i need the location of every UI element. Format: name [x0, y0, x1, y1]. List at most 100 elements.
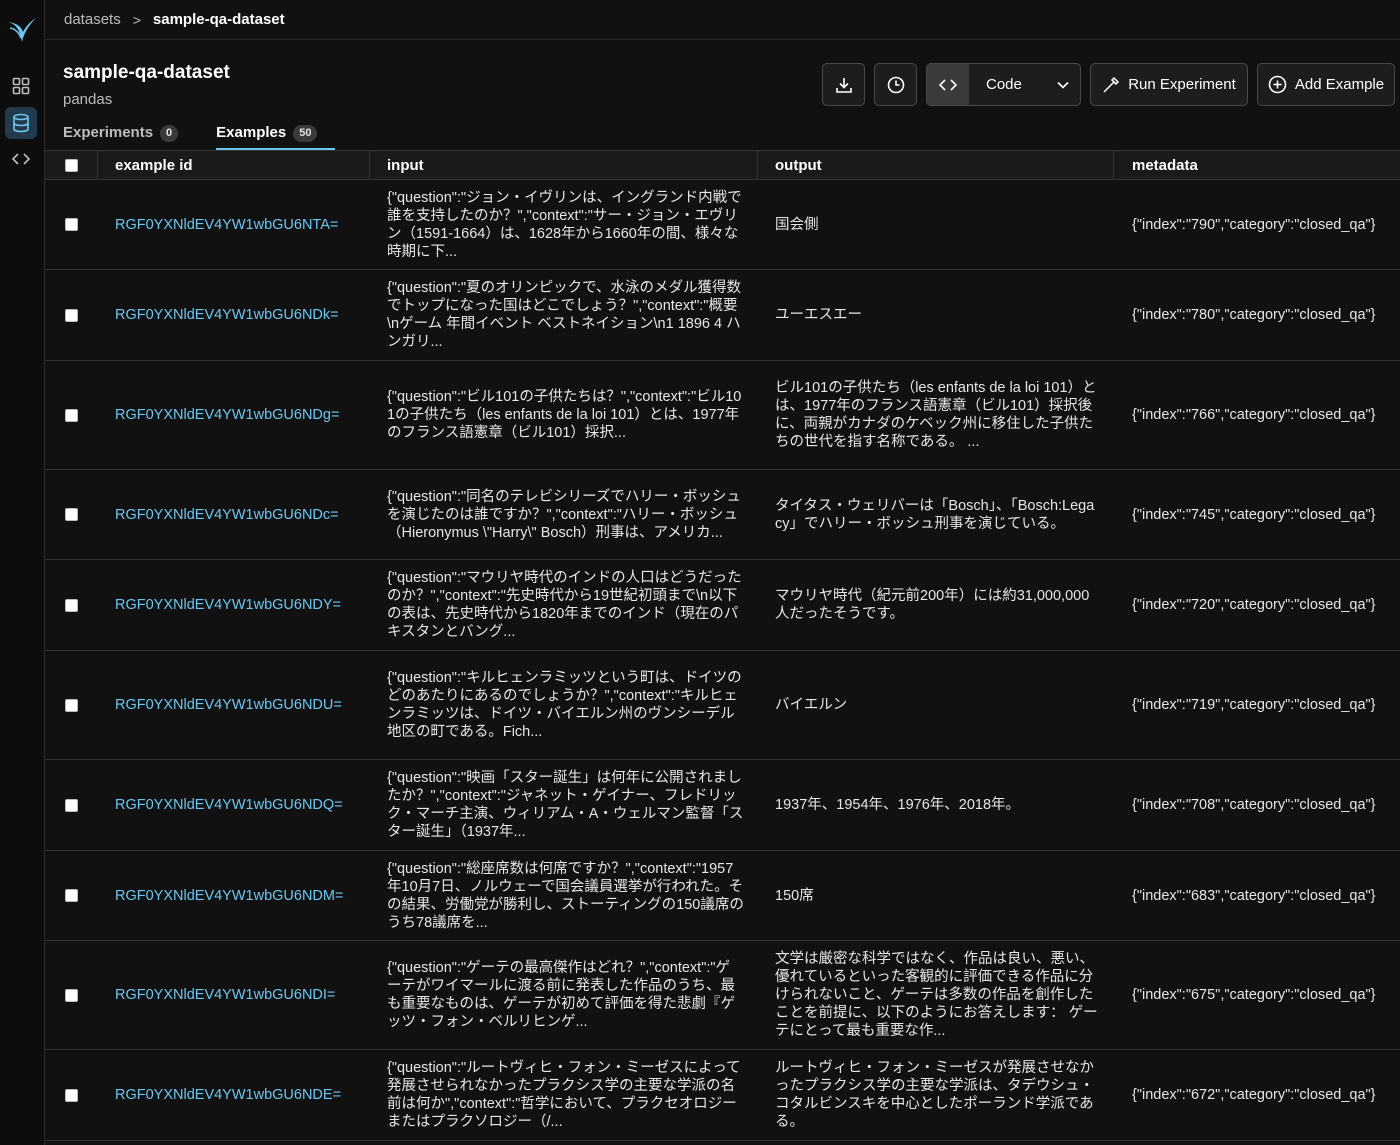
run-experiment-label: Run Experiment — [1128, 76, 1236, 93]
add-example-label: Add Example — [1294, 76, 1385, 93]
example-id-link[interactable]: RGF0YXNldEV4YW1wbGU6NDI= — [98, 941, 370, 1049]
output-cell: ユーエスエー — [758, 270, 1114, 360]
output-cell: 文学は厳密な科学ではなく、作品は良い、悪い、優れているといった客観的に評価できる… — [758, 941, 1114, 1049]
row-checkbox[interactable] — [65, 408, 78, 422]
metadata-cell: {"index":"672","category":"closed_qa"} — [1132, 1087, 1376, 1103]
row-checkbox[interactable] — [65, 308, 78, 322]
metadata-cell: {"index":"745","category":"closed_qa"} — [1132, 506, 1376, 523]
row-select-cell — [45, 941, 98, 1049]
example-id-link[interactable]: RGF0YXNldEV4YW1wbGU6NDg= — [98, 361, 370, 469]
header-example-id[interactable]: example id — [98, 151, 370, 179]
example-id-link[interactable]: RGF0YXNldEV4YW1wbGU6NDY= — [98, 560, 370, 650]
input-text: {"question":"マウリヤ時代のインドの人口はどうだったのか？","co… — [387, 570, 742, 640]
output-cell: 1937年、1954年、1976年、2018年。 — [758, 760, 1114, 850]
row-select-cell — [45, 651, 98, 759]
download-icon — [835, 77, 852, 93]
row-checkbox[interactable] — [65, 798, 78, 812]
breadcrumb: datasets > sample-qa-dataset — [45, 0, 1400, 40]
table-row[interactable]: RGF0YXNldEV4YW1wbGU6NTA= {"question":"ジョン… — [45, 180, 1400, 270]
input-cell: {"question":"夏のオリンピックで、水泳のメダル獲得数でトップになった… — [370, 270, 758, 360]
tab-examples[interactable]: Examples 50 — [216, 120, 336, 150]
table-row[interactable]: RGF0YXNldEV4YW1wbGU6NDM= {"question":"総座席… — [45, 851, 1400, 941]
row-select-cell — [45, 851, 98, 940]
row-select-cell — [45, 1050, 98, 1140]
input-cell: {"question":"ゲーテの最高傑作はどれ？","context":"ゲー… — [370, 941, 758, 1049]
add-example-button[interactable]: Add Example — [1257, 63, 1395, 106]
row-checkbox[interactable] — [65, 218, 78, 231]
input-text: {"question":"ゲーテの最高傑作はどれ？","context":"ゲー… — [387, 960, 735, 1030]
table-header: example id input output metadata — [45, 151, 1400, 180]
tab-examples-label: Examples — [216, 124, 287, 141]
example-id-link[interactable]: RGF0YXNldEV4YW1wbGU6NDQ= — [98, 760, 370, 850]
row-select-cell — [45, 560, 98, 650]
example-id-link[interactable]: RGF0YXNldEV4YW1wbGU6NDU= — [98, 651, 370, 759]
example-id-link[interactable]: RGF0YXNldEV4YW1wbGU6NTA= — [98, 180, 370, 269]
input-cell: {"question":"ルートヴィヒ・フォン・ミーゼスによって発展させられなか… — [370, 1050, 758, 1140]
tab-experiments[interactable]: Experiments 0 — [63, 120, 179, 150]
code-dropdown[interactable]: Code — [926, 63, 1081, 106]
row-checkbox[interactable] — [65, 1088, 78, 1102]
bird-logo-icon[interactable] — [6, 14, 38, 46]
example-id-link[interactable]: RGF0YXNldEV4YW1wbGU6NDc= — [98, 470, 370, 559]
examples-table: example id input output metadata RGF0YXN… — [45, 150, 1400, 1141]
metadata-cell: {"index":"683","category":"closed_qa"} — [1132, 887, 1376, 904]
output-text: 1937年、1954年、1976年、2018年。 — [775, 797, 1021, 813]
input-text: {"question":"同名のテレビシリーズでハリー・ボッシュを演じたのは誰で… — [387, 488, 741, 541]
output-cell: ビル101の子供たち（les enfants de la loi 101）とは、… — [758, 361, 1114, 469]
input-text: {"question":"総座席数は何席ですか？","context":"195… — [387, 860, 744, 931]
chevron-down-icon — [1046, 64, 1080, 105]
page-title: sample-qa-dataset — [63, 62, 230, 83]
table-row[interactable]: RGF0YXNldEV4YW1wbGU6NDc= {"question":"同名の… — [45, 470, 1400, 560]
metadata-cell: {"index":"675","category":"closed_qa"} — [1132, 987, 1376, 1003]
row-checkbox[interactable] — [65, 598, 78, 612]
input-cell: {"question":"同名のテレビシリーズでハリー・ボッシュを演じたのは誰で… — [370, 470, 758, 559]
table-row[interactable]: RGF0YXNldEV4YW1wbGU6NDI= {"question":"ゲーテ… — [45, 941, 1400, 1050]
row-checkbox[interactable] — [65, 698, 78, 712]
code-brackets-icon[interactable] — [5, 143, 37, 175]
input-text: {"question":"ルートヴィヒ・フォン・ミーゼスによって発展させられなか… — [387, 1060, 741, 1130]
select-all-checkbox[interactable] — [64, 158, 78, 172]
output-text: マウリヤ時代（紀元前200年）には約31,000,000人だったそうです。 — [775, 588, 1090, 622]
table-row[interactable]: RGF0YXNldEV4YW1wbGU6NDU= {"question":"キルヒ… — [45, 651, 1400, 760]
example-id-link[interactable]: RGF0YXNldEV4YW1wbGU6NDM= — [98, 851, 370, 940]
example-id-link[interactable]: RGF0YXNldEV4YW1wbGU6NDk= — [98, 270, 370, 360]
table-row[interactable]: RGF0YXNldEV4YW1wbGU6NDE= {"question":"ルート… — [45, 1050, 1400, 1141]
table-row[interactable]: RGF0YXNldEV4YW1wbGU6NDY= {"question":"マウリ… — [45, 560, 1400, 651]
output-text: ユーエスエー — [775, 307, 862, 323]
input-cell: {"question":"キルヒェンラミッツという町は、ドイツのどのあたりにある… — [370, 651, 758, 759]
metadata-cell: {"index":"720","category":"closed_qa"} — [1132, 597, 1376, 613]
metadata-cell: {"index":"708","category":"closed_qa"} — [1132, 797, 1376, 813]
header-input[interactable]: input — [370, 151, 758, 179]
table-row[interactable]: RGF0YXNldEV4YW1wbGU6NDg= {"question":"ビル1… — [45, 361, 1400, 470]
output-cell: マウリヤ時代（紀元前200年）には約31,000,000人だったそうです。 — [758, 560, 1114, 650]
header-output[interactable]: output — [758, 151, 1114, 179]
row-select-cell — [45, 270, 98, 360]
metadata-cell: {"index":"766","category":"closed_qa"} — [1132, 407, 1376, 423]
input-text: {"question":"キルヒェンラミッツという町は、ドイツのどのあたりにある… — [387, 670, 742, 740]
history-button[interactable] — [874, 63, 917, 106]
download-button[interactable] — [822, 63, 865, 106]
output-text: 150席 — [775, 887, 814, 904]
input-text: {"question":"夏のオリンピックで、水泳のメダル獲得数でトップになった… — [387, 280, 742, 350]
output-text: ルートヴィヒ・フォン・ミーゼスが発展させなかったプラクシス学の主要な学派は、タデ… — [775, 1060, 1094, 1130]
output-text: 国会側 — [775, 216, 819, 233]
row-checkbox[interactable] — [65, 889, 78, 902]
projects-grid-icon[interactable] — [5, 70, 37, 102]
tab-experiments-count: 0 — [160, 125, 179, 142]
run-experiment-button[interactable]: Run Experiment — [1090, 63, 1248, 106]
datasets-database-icon[interactable] — [5, 107, 37, 139]
header-metadata[interactable]: metadata — [1114, 151, 1400, 179]
input-cell: {"question":"マウリヤ時代のインドの人口はどうだったのか？","co… — [370, 560, 758, 650]
input-text: {"question":"ジョン・イヴリンは、イングランド内戦で誰を支持したのか… — [387, 189, 742, 260]
breadcrumb-datasets-link[interactable]: datasets — [64, 11, 121, 28]
row-checkbox[interactable] — [65, 508, 78, 521]
table-row[interactable]: RGF0YXNldEV4YW1wbGU6NDk= {"question":"夏のオ… — [45, 270, 1400, 361]
row-checkbox[interactable] — [65, 988, 78, 1002]
table-body: RGF0YXNldEV4YW1wbGU6NTA= {"question":"ジョン… — [45, 180, 1400, 1141]
output-text: 文学は厳密な科学ではなく、作品は良い、悪い、優れているといった客観的に評価できる… — [775, 951, 1098, 1039]
example-id-link[interactable]: RGF0YXNldEV4YW1wbGU6NDE= — [98, 1050, 370, 1140]
breadcrumb-separator: > — [132, 11, 141, 28]
input-text: {"question":"ビル101の子供たちは？","context":"ビル… — [387, 389, 742, 441]
output-text: タイタス・ウェリバーは「Bosch」、「Bosch:Legacy」でハリー・ボッ… — [775, 497, 1095, 532]
table-row[interactable]: RGF0YXNldEV4YW1wbGU6NDQ= {"question":"映画「… — [45, 760, 1400, 851]
